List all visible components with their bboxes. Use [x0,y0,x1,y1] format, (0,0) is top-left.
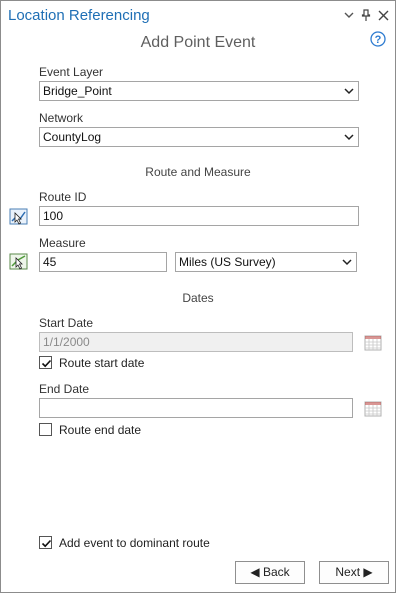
dialog-heading: Add Point Event [140,34,256,51]
dominant-route-checkbox[interactable] [39,536,52,549]
pin-icon[interactable] [361,7,371,27]
chevron-down-icon [342,259,352,266]
next-button[interactable]: Next ▶ [319,561,389,584]
dates-heading: Dates [182,291,214,305]
chevron-down-icon[interactable] [344,7,354,27]
event-layer-dropdown[interactable]: Bridge_Point [39,81,359,101]
event-layer-label: Event Layer [39,65,104,79]
chevron-down-icon [344,88,354,95]
route-id-input[interactable]: 100 [39,206,359,226]
measure-label: Measure [39,236,86,250]
end-date-input[interactable] [39,398,353,418]
network-label: Network [39,111,84,125]
back-button[interactable]: ◀ Back [235,561,305,584]
route-end-date-label: Route end date [59,423,142,437]
end-date-label: End Date [39,382,90,396]
network-value: CountyLog [43,130,102,144]
select-route-tool-icon[interactable] [9,207,29,227]
measure-input[interactable]: 45 [39,252,167,272]
help-icon[interactable]: ? [370,31,386,47]
units-value: Miles (US Survey) [179,255,276,269]
start-date-label: Start Date [39,316,94,330]
dominant-route-label: Add event to dominant route [59,536,210,550]
units-dropdown[interactable]: Miles (US Survey) [175,252,357,272]
calendar-icon[interactable] [364,399,382,417]
route-measure-heading: Route and Measure [145,165,251,179]
select-measure-tool-icon[interactable] [9,252,29,272]
svg-text:?: ? [375,34,382,46]
chevron-down-icon [344,134,354,141]
start-date-input[interactable]: 1/1/2000 [39,332,353,352]
close-icon[interactable] [378,7,389,27]
calendar-icon[interactable] [364,333,382,351]
event-layer-value: Bridge_Point [43,84,112,98]
route-end-date-checkbox[interactable] [39,423,52,436]
route-start-date-checkbox[interactable] [39,356,52,369]
route-id-label: Route ID [39,190,87,204]
pane-title: Location Referencing [8,7,150,24]
network-dropdown[interactable]: CountyLog [39,127,359,147]
route-start-date-label: Route start date [59,356,145,370]
add-point-event-pane: Location Referencing Add Point Event ? E… [0,0,396,593]
